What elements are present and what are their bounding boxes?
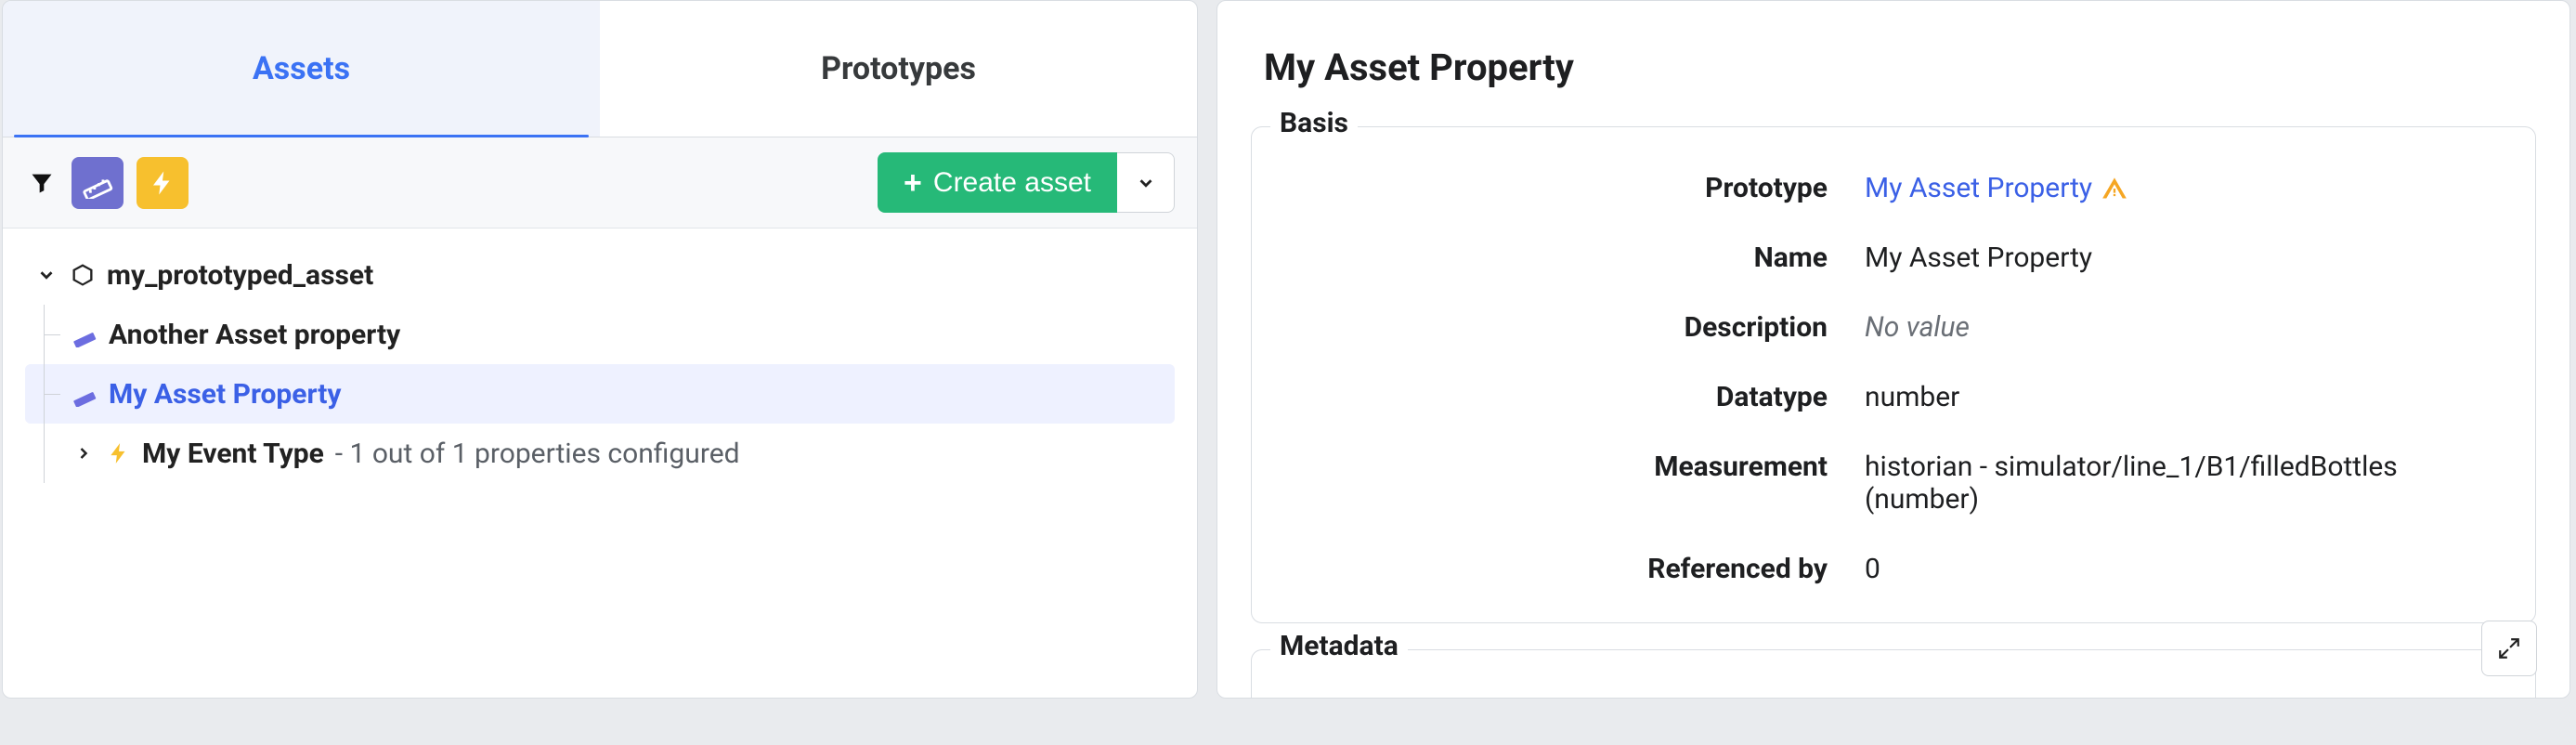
basis-legend: Basis [1270, 107, 1358, 139]
right-panel: My Asset Property Basis Prototype My Ass… [1216, 0, 2570, 699]
field-label-prototype: Prototype [1252, 172, 1828, 204]
metadata-fieldset: Metadata [1251, 649, 2536, 698]
ruler-icon [72, 321, 98, 347]
field-label-name: Name [1252, 242, 1828, 274]
bolt-icon [107, 441, 131, 465]
field-value-datatype: number [1865, 381, 2498, 413]
tree-item-suffix: - 1 out of 1 properties configured [335, 438, 740, 470]
field-value-measurement: historian - simulator/line_1/B1/filledBo… [1865, 451, 2498, 516]
cube-icon [70, 262, 96, 288]
ruler-icon [72, 381, 98, 407]
tab-prototypes[interactable]: Prototypes [600, 1, 1197, 137]
tree-root-label: my_prototyped_asset [107, 259, 373, 292]
tree-item-my-asset-property[interactable]: My Asset Property [25, 364, 1175, 424]
prototype-link-text: My Asset Property [1865, 172, 2092, 204]
field-label-referencedby: Referenced by [1252, 553, 1828, 585]
asset-tree: my_prototyped_asset Another Asset proper… [3, 229, 1197, 500]
left-panel: Assets Prototypes + Create asset [2, 0, 1198, 699]
tab-prototypes-label: Prototypes [821, 50, 976, 87]
chevron-down-icon [1136, 173, 1156, 193]
tree-item-label: My Event Type [142, 438, 324, 470]
create-asset-button[interactable]: + Create asset [878, 152, 1117, 213]
create-asset-group: + Create asset [878, 152, 1175, 213]
expand-icon [2497, 636, 2521, 660]
expand-button[interactable] [2481, 621, 2537, 676]
field-label-description: Description [1252, 311, 1828, 344]
create-asset-label: Create asset [933, 167, 1091, 199]
page-title: My Asset Property [1217, 1, 2569, 121]
tab-assets-label: Assets [253, 50, 350, 87]
field-label-measurement: Measurement [1252, 451, 1828, 516]
field-value-description: No value [1865, 311, 2498, 344]
tree-item-label: Another Asset property [109, 319, 400, 351]
tree-item-my-event-type[interactable]: My Event Type - 1 out of 1 properties co… [25, 424, 1175, 483]
toolbar: + Create asset [3, 137, 1197, 229]
field-value-prototype-link[interactable]: My Asset Property [1865, 172, 2498, 204]
event-toggle-button[interactable] [137, 157, 189, 209]
field-value-name: My Asset Property [1865, 242, 2498, 274]
metadata-legend: Metadata [1270, 630, 1408, 662]
field-label-datatype: Datatype [1252, 381, 1828, 413]
plus-icon: + [904, 167, 922, 199]
warning-icon [2101, 176, 2127, 202]
chevron-right-icon[interactable] [72, 444, 96, 463]
tabs: Assets Prototypes [3, 1, 1197, 137]
create-asset-dropdown[interactable] [1117, 152, 1175, 213]
tab-assets[interactable]: Assets [3, 1, 600, 137]
filter-icon[interactable] [25, 163, 59, 203]
basis-fieldset: Basis Prototype My Asset Property Name M… [1251, 126, 2536, 623]
measure-toggle-button[interactable] [72, 157, 124, 209]
tree-item-another-asset-property[interactable]: Another Asset property [25, 305, 1175, 364]
chevron-down-icon[interactable] [34, 265, 59, 285]
tree-item-label: My Asset Property [109, 378, 341, 411]
tree-root[interactable]: my_prototyped_asset [25, 245, 1175, 305]
field-value-referencedby: 0 [1865, 553, 2498, 585]
